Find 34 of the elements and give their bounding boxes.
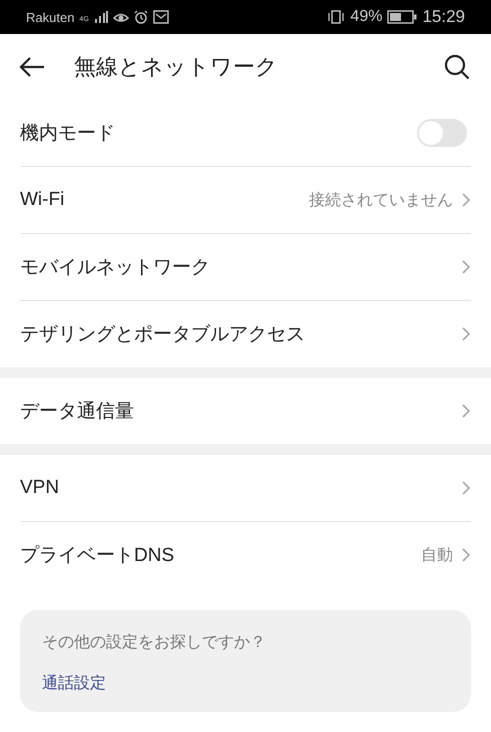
suggestion-question: その他の設定をお探しですか？ [42,632,266,653]
settings-row[interactable]: VPN [20,455,471,522]
page-title: 無線とネットワーク [74,54,279,82]
row-label: VPN [20,477,60,499]
row-label: 機内モード [20,122,115,146]
signal-icon [94,11,108,23]
settings-row[interactable]: データ通信量 [20,378,471,444]
settings-row[interactable]: 機内モード [20,100,471,167]
chevron-icon [461,259,471,275]
chevron-icon [461,403,471,419]
alarm-icon [134,10,148,24]
mail-icon [152,10,169,24]
row-label: データ通信量 [20,400,134,424]
row-label: テザリングとポータブルアクセス [20,323,305,347]
toggle-switch[interactable] [417,119,467,147]
battery-percent: 49% [350,8,382,26]
row-value: 接続されていません [309,190,453,210]
settings-row[interactable]: Wi-Fi 接続されていません [20,167,471,234]
settings-row[interactable]: テザリングとポータブルアクセス [20,301,471,367]
row-value: 自動 [421,544,453,566]
row-label: プライベートDNS [20,544,174,568]
chevron-icon [461,192,471,208]
row-label: モバイルネットワーク [20,256,210,280]
chevron-icon [461,326,471,342]
chevron-icon [461,480,471,496]
clock-time: 15:29 [422,7,465,27]
settings-row[interactable]: プライベートDNS 自動 [20,522,471,588]
chevron-icon [461,547,471,563]
call-settings-link[interactable]: 通話設定 [42,673,106,694]
vibrate-icon [327,10,346,24]
row-label: Wi-Fi [20,189,64,211]
settings-row[interactable]: モバイルネットワーク [20,234,471,301]
carrier-name: Rakuten [26,10,74,24]
battery-icon [387,10,418,24]
